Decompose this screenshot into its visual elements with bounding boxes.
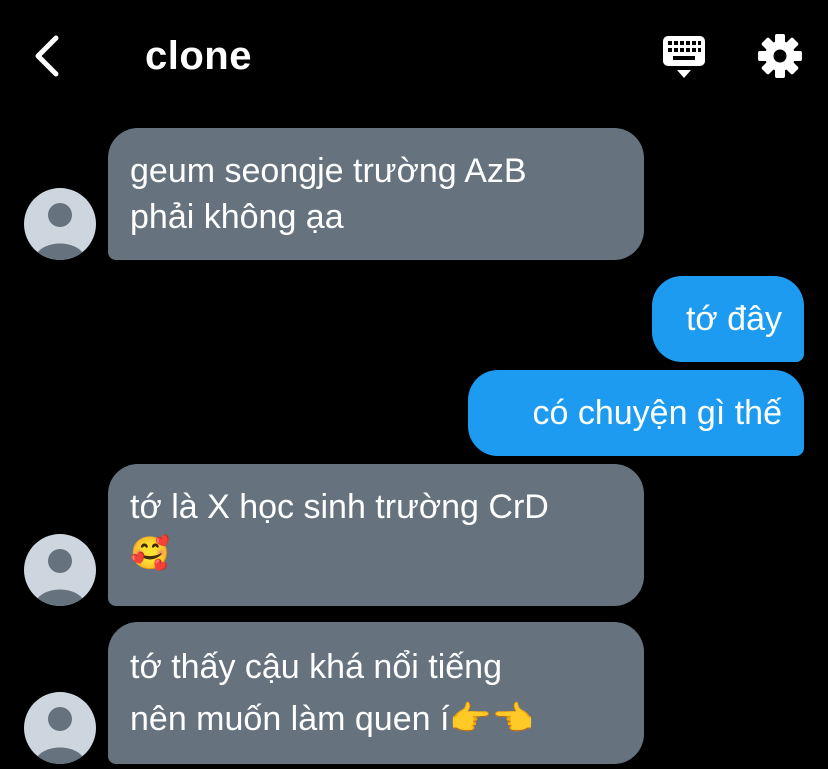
settings-button[interactable]: [756, 32, 804, 80]
message-line: tớ đây: [685, 300, 782, 338]
gear-icon: [758, 34, 802, 78]
default-user-icon: [34, 549, 86, 606]
sender-avatar[interactable]: [24, 692, 96, 764]
keyboard-button[interactable]: [660, 34, 708, 80]
message-line: nên muốn làm quen í👉👈: [130, 700, 535, 738]
sender-avatar[interactable]: [24, 188, 96, 260]
conversation-title[interactable]: clone: [145, 32, 252, 80]
default-user-icon: [34, 707, 86, 764]
back-button[interactable]: [22, 30, 72, 82]
default-user-icon: [34, 203, 86, 260]
message-bubble-outgoing[interactable]: có chuyện gì thế: [468, 370, 804, 456]
message-emoji: 🥰: [130, 534, 170, 572]
message-line: tớ là X học sinh trường CrD: [130, 488, 549, 526]
chat-header: clone: [0, 0, 828, 112]
message-bubble-incoming[interactable]: tớ là X học sinh trường CrD 🥰: [108, 464, 644, 606]
message-line: geum seongje trường AzB: [130, 152, 527, 190]
message-line: có chuyện gì thế: [532, 394, 782, 432]
message-bubble-outgoing[interactable]: tớ đây: [652, 276, 804, 362]
message-line: phải không ạa: [130, 198, 344, 236]
keyboard-icon: [663, 36, 705, 78]
message-line: tớ thấy cậu khá nổi tiếng: [130, 648, 502, 686]
message-bubble-incoming[interactable]: geum seongje trường AzB phải không ạa: [108, 128, 644, 260]
chevron-left-icon: [35, 35, 59, 77]
message-bubble-incoming[interactable]: tớ thấy cậu khá nổi tiếng nên muốn làm q…: [108, 622, 644, 764]
sender-avatar[interactable]: [24, 534, 96, 606]
